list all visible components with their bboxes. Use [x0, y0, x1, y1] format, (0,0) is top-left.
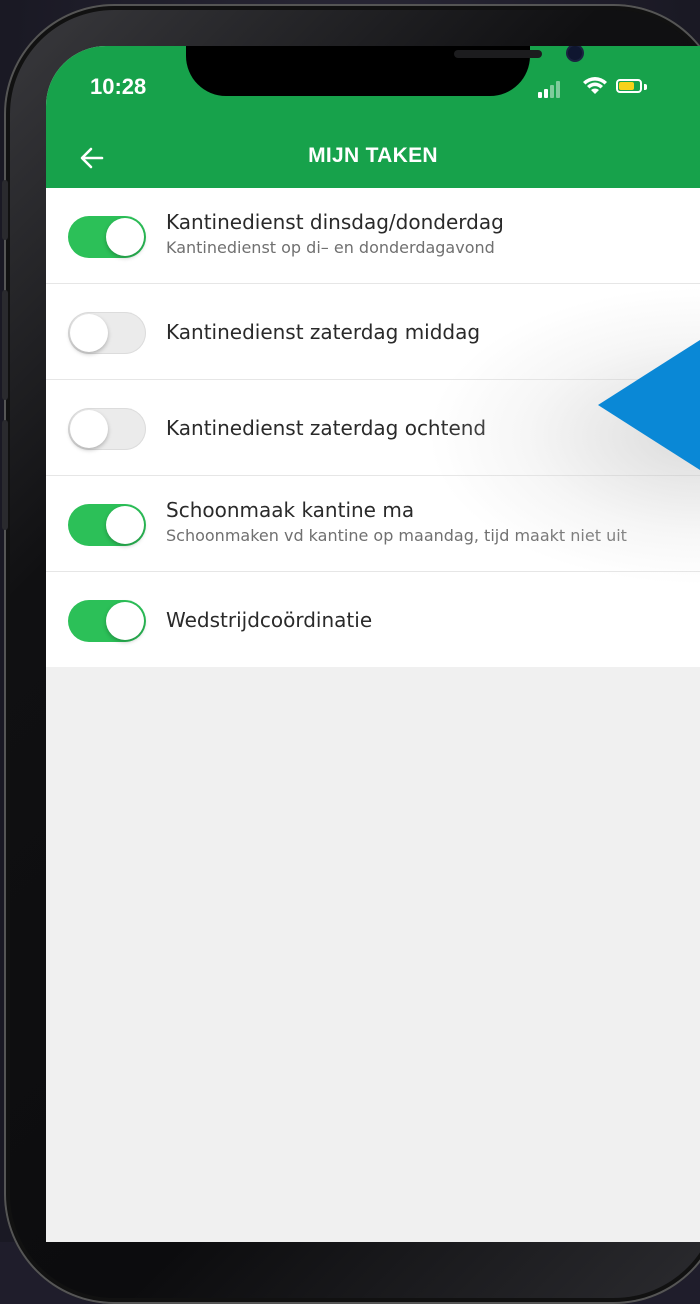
wifi-icon	[583, 77, 607, 94]
app-bar: MIJN TAKEN	[46, 126, 700, 188]
status-time: 10:28	[90, 74, 147, 99]
task-title: Schoonmaak kantine ma	[166, 498, 415, 522]
front-camera	[568, 46, 582, 60]
battery-tip	[644, 84, 647, 90]
task-title: Wedstrijdcoördinatie	[166, 608, 373, 632]
toggle-knob	[106, 218, 144, 256]
task-subtitle: Schoonmaken vd kantine op maandag, tijd …	[166, 526, 627, 545]
task-toggle[interactable]	[68, 600, 146, 642]
task-toggle[interactable]	[68, 312, 146, 354]
task-text: Kantinedienst dinsdag/donderdag Kantined…	[166, 210, 688, 257]
toggle-knob	[106, 506, 144, 544]
notch	[186, 46, 582, 96]
list-item: Schoonmaak kantine ma Schoonmaken vd kan…	[46, 476, 700, 572]
battery-icon	[616, 79, 642, 93]
speaker-grille	[454, 50, 542, 58]
pointer-triangle-icon	[598, 340, 700, 470]
page-title: MIJN TAKEN	[308, 144, 438, 167]
list-item: Kantinedienst dinsdag/donderdag Kantined…	[46, 188, 700, 284]
task-subtitle: Kantinedienst op di– en donderdagavond	[166, 238, 495, 257]
task-text: Schoonmaak kantine ma Schoonmaken vd kan…	[166, 498, 688, 545]
list-item: Wedstrijdcoördinatie	[46, 572, 700, 667]
task-title: Kantinedienst dinsdag/donderdag	[166, 210, 504, 234]
toggle-knob	[106, 602, 144, 640]
phone-screen: 10:28 MIJN TAKEN Kantinedienst dinsdag/d…	[46, 46, 700, 1242]
volume-up-button	[2, 290, 8, 400]
status-bar: 10:28	[46, 46, 700, 126]
task-text: Wedstrijdcoördinatie	[166, 608, 688, 632]
toggle-knob	[70, 314, 108, 352]
task-toggle[interactable]	[68, 408, 146, 450]
mute-switch	[2, 180, 8, 240]
status-icons	[538, 76, 648, 98]
task-toggle[interactable]	[68, 216, 146, 258]
volume-down-button	[2, 420, 8, 530]
task-toggle[interactable]	[68, 504, 146, 546]
toggle-knob	[70, 410, 108, 448]
